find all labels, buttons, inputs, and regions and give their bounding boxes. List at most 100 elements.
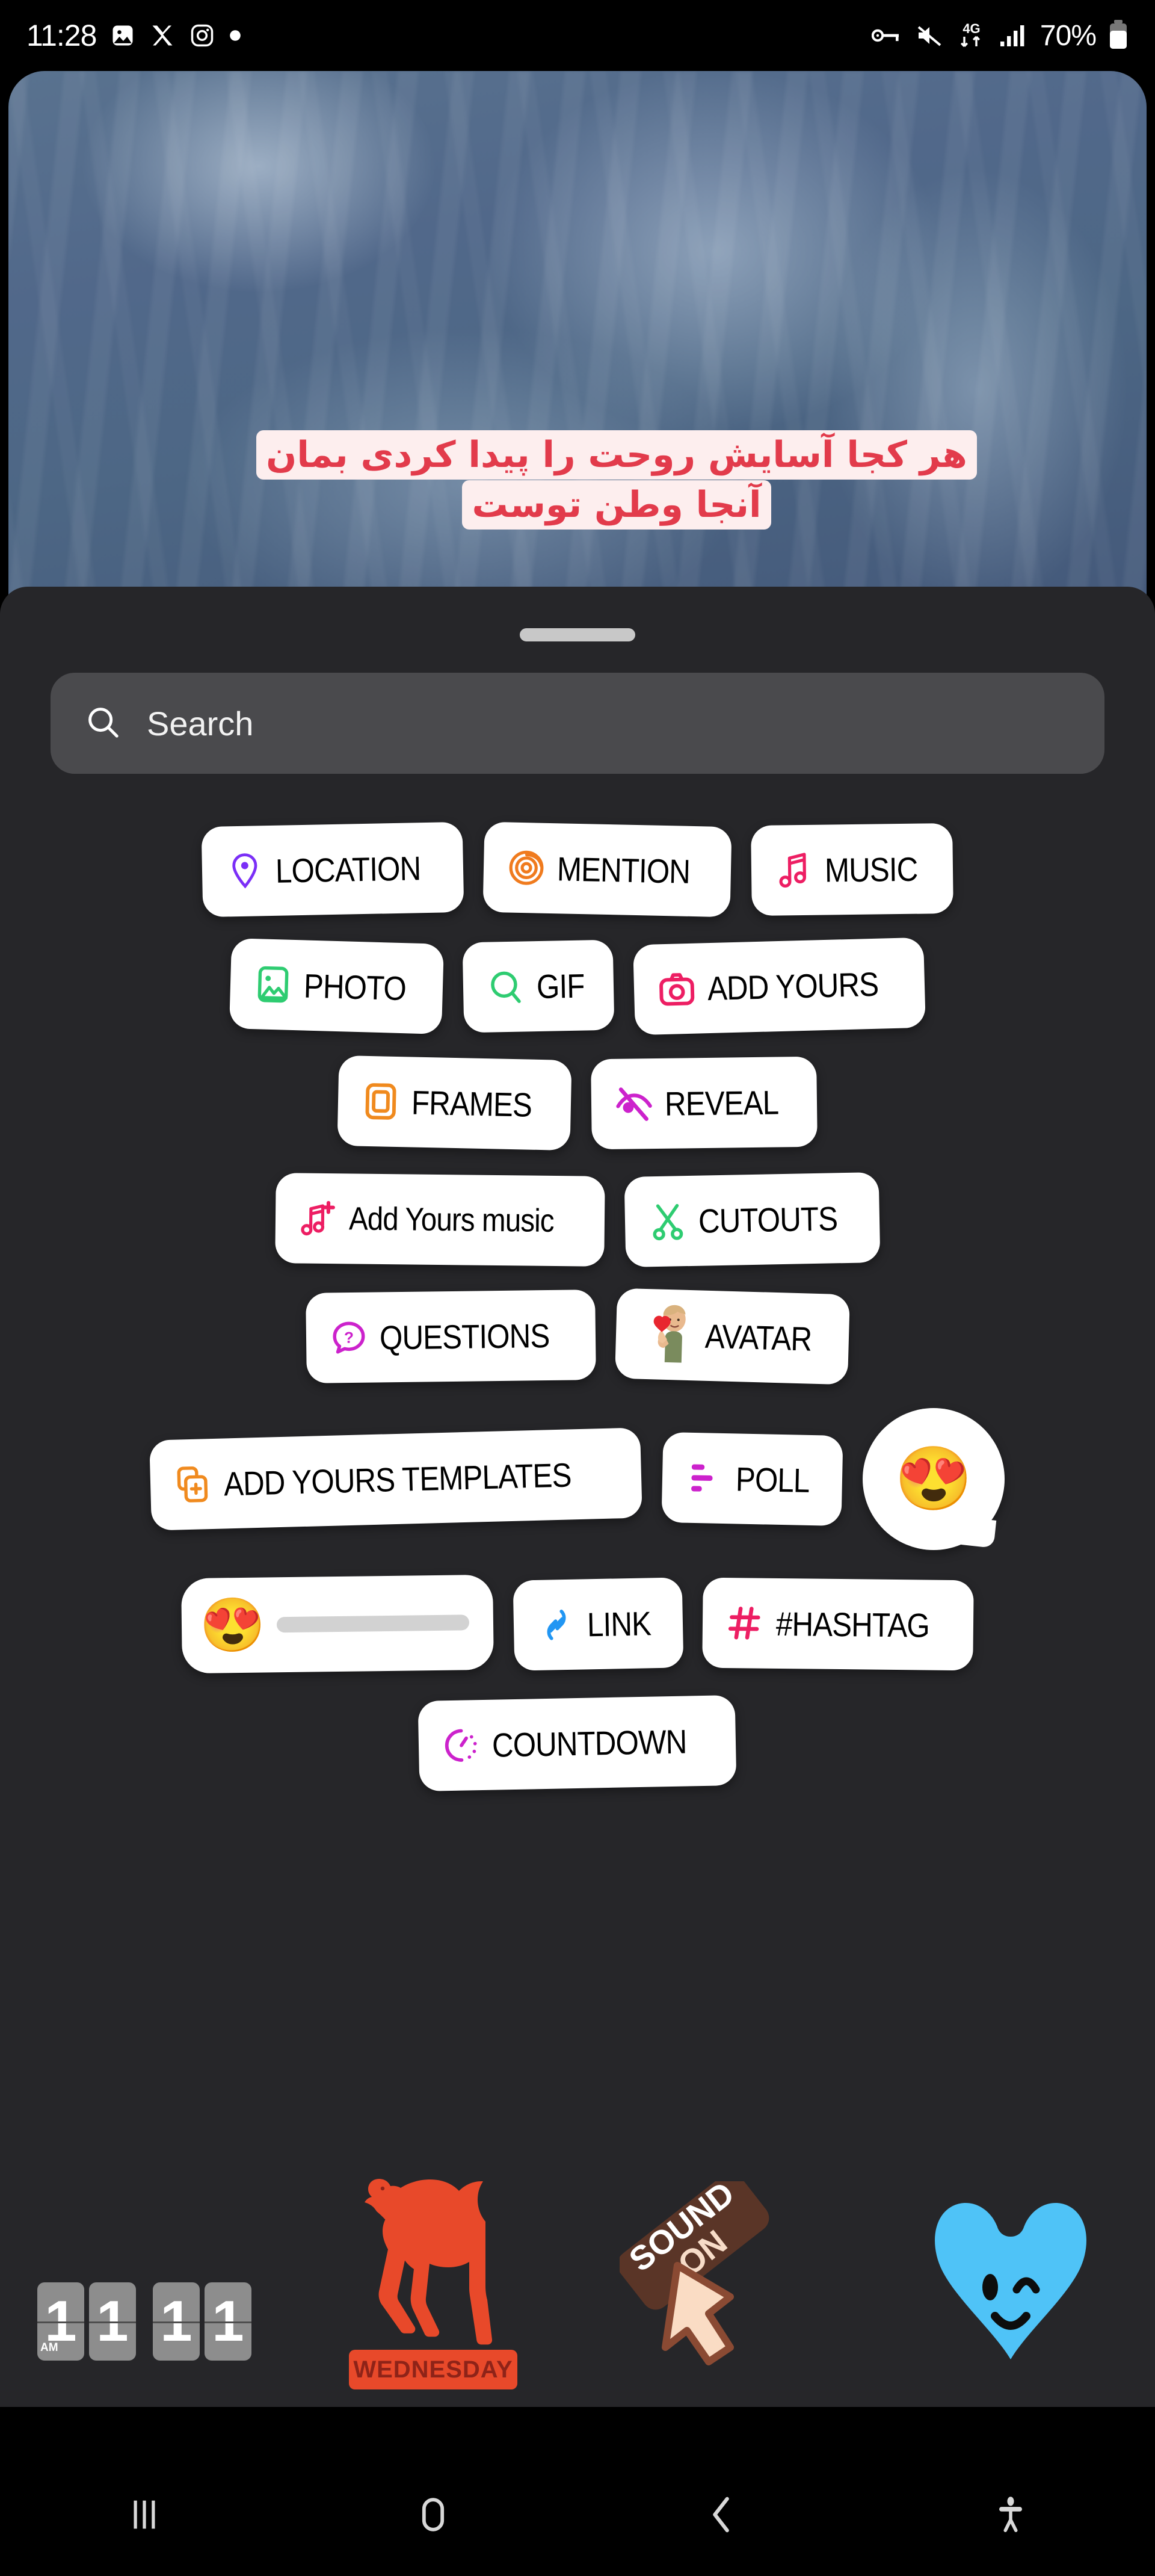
sticker-chip-location[interactable]: LOCATION [201, 821, 464, 918]
chip-label: LINK [587, 1604, 651, 1643]
sticker-chip-questions[interactable]: ? QUESTIONS [305, 1290, 596, 1383]
flip-digit: 1 [89, 2282, 136, 2361]
sticker-chip-mention[interactable]: MENTION [482, 821, 732, 918]
sheet-drag-handle[interactable] [520, 628, 635, 641]
sound-on-icon: SOUND ON [617, 2173, 769, 2365]
flip-digit: 1 [205, 2282, 251, 2361]
sticker-chip-add-yours[interactable]: ADD YOURS [633, 937, 926, 1036]
flip-digit-value: 1 [96, 2289, 129, 2353]
chip-label: ADD YOURS TEMPLATES [223, 1455, 572, 1503]
chip-label: GIF [536, 966, 585, 1005]
status-clock: 11:28 [26, 19, 97, 52]
sticker-row-6: ADD YOURS TEMPLATES POLL 😍 [0, 1408, 1155, 1550]
strip-cell-clock: AM 1 1 1 1 [0, 2133, 289, 2392]
sticker-chip-music[interactable]: MUSIC [751, 823, 954, 916]
sticker-chip-photo[interactable]: PHOTO [229, 938, 444, 1034]
sticker-row-1: LOCATION MENTION MUSIC [0, 821, 1155, 918]
camera-icon [656, 969, 697, 1010]
status-bar-left: 11:28 [26, 18, 242, 53]
flip-clock-meridiem: AM [40, 2341, 58, 2354]
music-note-icon [774, 850, 815, 891]
sticker-chip-poll[interactable]: POLL [661, 1432, 843, 1527]
home-button[interactable] [391, 2473, 475, 2557]
sticker-chip-gif[interactable]: GIF [462, 939, 615, 1033]
status-bar: 11:28 4G 70% [0, 0, 1155, 71]
sticker-row-4: Add Yours music CUTOUTS [0, 1172, 1155, 1268]
android-nav-bar [0, 2453, 1155, 2576]
svg-text:4G: 4G [962, 21, 980, 36]
blue-heart-icon [935, 2203, 1086, 2359]
wednesday-banner: WEDNESDAY [349, 2350, 517, 2389]
sticker-row-5: ? QUESTIONS AVATAR [0, 1288, 1155, 1385]
templates-plus-icon [173, 1464, 214, 1505]
chip-label: COUNTDOWN [491, 1722, 688, 1764]
blue-winking-heart-sticker[interactable] [920, 2184, 1101, 2364]
location-pin-icon [224, 851, 265, 891]
strip-cell-sound-on: SOUND ON [578, 2133, 866, 2392]
chip-label: POLL [735, 1459, 810, 1500]
sticker-chip-avatar[interactable]: AVATAR [614, 1288, 851, 1385]
battery-percent-label: 70% [1040, 19, 1097, 52]
eye-slash-icon [614, 1084, 654, 1124]
chip-label: Add Yours music [348, 1200, 555, 1239]
poll-bars-icon [685, 1458, 725, 1498]
threads-at-icon [506, 847, 546, 888]
strip-cell-camel: WEDNESDAY [289, 2133, 578, 2392]
photo-icon [253, 964, 294, 1005]
camel-wednesday-sticker[interactable]: WEDNESDAY [343, 2175, 523, 2392]
question-bubble-icon: ? [328, 1318, 369, 1358]
chip-label: QUESTIONS [379, 1316, 550, 1356]
photo-icon [109, 22, 136, 49]
signal-bars-icon [999, 22, 1028, 49]
recents-button[interactable] [102, 2473, 186, 2557]
instagram-icon [189, 22, 215, 49]
home-icon [422, 2497, 445, 2531]
search-input[interactable]: Search [51, 673, 1104, 774]
sticker-row-8: COUNTDOWN [0, 1694, 1155, 1792]
chip-label: MENTION [556, 849, 691, 891]
recents-icon [134, 2500, 155, 2528]
scissors-icon [648, 1201, 688, 1241]
accessibility-button[interactable] [969, 2473, 1053, 2557]
sticker-chip-add-yours-templates[interactable]: ADD YOURS TEMPLATES [149, 1427, 643, 1531]
chip-label: REVEAL [664, 1083, 779, 1123]
chip-label: AVATAR [704, 1317, 812, 1358]
sticker-chip-frames[interactable]: FRAMES [337, 1055, 572, 1151]
wednesday-label: WEDNESDAY [353, 2356, 513, 2383]
back-chevron-icon [713, 2497, 729, 2532]
chip-label: PHOTO [303, 966, 407, 1007]
sticker-row-7: 😍 LINK #HASHTAG [0, 1574, 1155, 1674]
vpn-key-icon [871, 22, 903, 49]
sticker-chip-hashtag[interactable]: #HASHTAG [702, 1577, 974, 1671]
x-app-icon [149, 22, 176, 49]
chip-label: ADD YOURS [707, 965, 879, 1007]
sticker-chip-countdown[interactable]: COUNTDOWN [417, 1694, 738, 1792]
flip-digit-value: 1 [160, 2289, 192, 2353]
status-bar-right: 4G 70% [871, 19, 1129, 52]
bottom-sticker-strip: AM 1 1 1 1 WEDNESDAY SOUND ON [0, 2133, 1155, 2392]
search-placeholder: Search [147, 704, 254, 743]
sticker-chip-cutouts[interactable]: CUTOUTS [624, 1172, 881, 1268]
countdown-timer-icon [442, 1725, 482, 1765]
sticker-chip-emoji-slider[interactable]: 😍 [180, 1574, 494, 1674]
flip-digit-value: 1 [212, 2289, 244, 2353]
music-note-plus-icon [298, 1199, 339, 1239]
story-text-overlay[interactable]: هر کجا آسایش روحت را پیدا کردی بمان آنجا… [247, 430, 987, 530]
flip-clock-sticker[interactable]: AM 1 1 1 1 [37, 2282, 251, 2392]
sticker-chip-add-yours-music[interactable]: Add Yours music [275, 1173, 606, 1267]
svg-text:?: ? [344, 1329, 354, 1347]
story-text-line2: آنجا وطن توست [462, 480, 771, 530]
sticker-row-2: PHOTO GIF ADD YOURS [0, 937, 1155, 1036]
chip-label: CUTOUTS [698, 1199, 838, 1240]
sticker-chip-reveal[interactable]: REVEAL [591, 1056, 818, 1150]
back-button[interactable] [680, 2473, 764, 2557]
mute-icon [915, 22, 944, 49]
sound-on-sticker[interactable]: SOUND ON [617, 2173, 824, 2392]
slider-track[interactable] [276, 1614, 470, 1633]
search-icon [84, 703, 122, 744]
gif-search-icon [485, 966, 526, 1007]
chip-label: FRAMES [411, 1083, 532, 1124]
sticker-chip-heart-eyes-reaction[interactable]: 😍 [862, 1408, 1005, 1550]
sticker-chip-link[interactable]: LINK [513, 1577, 683, 1671]
heart-eyes-emoji-bubble: 😍 [894, 1444, 973, 1514]
